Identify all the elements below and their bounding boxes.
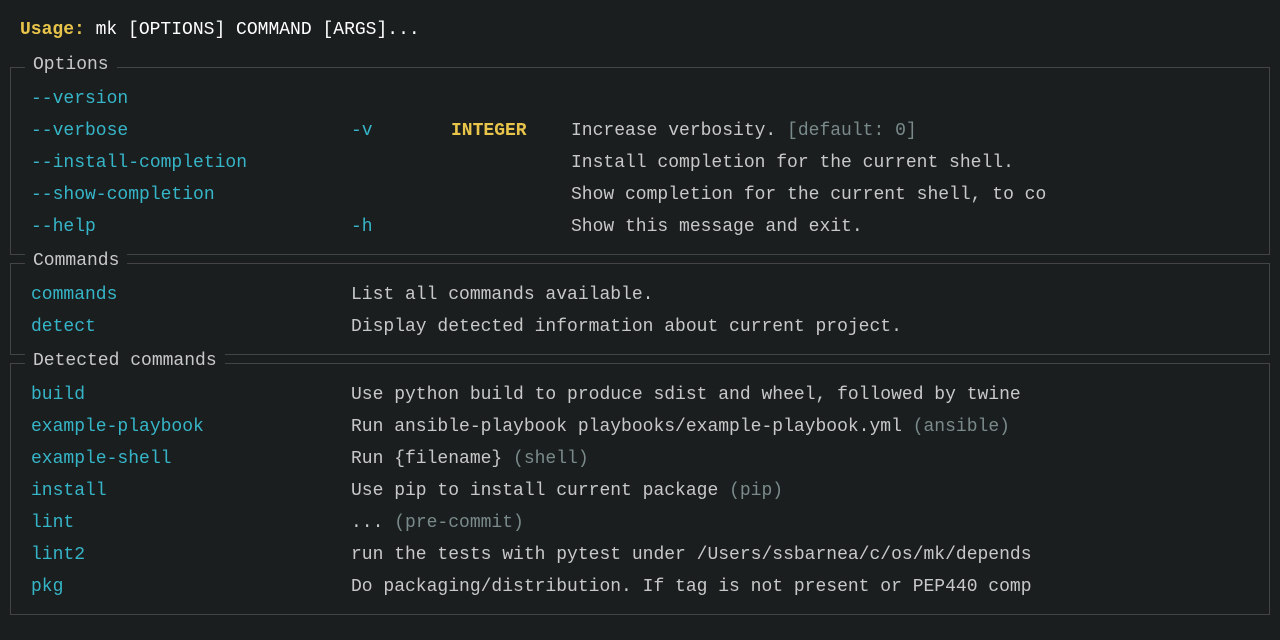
table-row: --show-completion Show completion for th…: [31, 180, 1249, 212]
options-content: --version --verbose -v INTEGER Increase …: [11, 78, 1269, 244]
usage-line: Usage: mk [OPTIONS] COMMAND [ARGS]...: [0, 10, 1280, 59]
detected-command-desc: Run {filename} (shell): [351, 444, 1249, 475]
detected-command-tag: (ansible): [913, 417, 1010, 437]
detected-command-name: build: [31, 380, 351, 411]
option-name: --help: [31, 212, 351, 243]
usage-command: mk [OPTIONS] COMMAND [ARGS]...: [96, 20, 420, 40]
commands-content: commands List all commands available. de…: [11, 274, 1269, 344]
option-desc: Install completion for the current shell…: [571, 148, 1249, 179]
detected-command-name: install: [31, 476, 351, 507]
option-desc: Show this message and exit.: [571, 212, 1249, 243]
detected-command-name: example-playbook: [31, 412, 351, 443]
detected-command-tag: (pip): [729, 481, 783, 501]
option-type: INTEGER: [451, 116, 571, 147]
table-row: lint ... (pre-commit): [31, 508, 1249, 540]
table-row: detect Display detected information abou…: [31, 312, 1249, 344]
table-row: --help -h Show this message and exit.: [31, 212, 1249, 244]
option-name: --install-completion: [31, 148, 351, 179]
detected-command-name: lint: [31, 508, 351, 539]
option-name: --verbose: [31, 116, 351, 147]
command-desc: List all commands available.: [351, 280, 1249, 311]
detected-command-desc: Use pip to install current package (pip): [351, 476, 1249, 507]
command-desc: Display detected information about curre…: [351, 312, 1249, 343]
detected-command-tag: (shell): [513, 449, 589, 469]
option-name: --show-completion: [31, 180, 351, 211]
table-row: --install-completion Install completion …: [31, 148, 1249, 180]
table-row: lint2 run the tests with pytest under /U…: [31, 540, 1249, 572]
table-row: example-shell Run {filename} (shell): [31, 444, 1249, 476]
detected-command-desc: Run ansible-playbook playbooks/example-p…: [351, 412, 1249, 443]
detected-command-desc: Use python build to produce sdist and wh…: [351, 380, 1249, 411]
detected-command-desc: run the tests with pytest under /Users/s…: [351, 540, 1249, 571]
detected-command-desc: Do packaging/distribution. If tag is not…: [351, 572, 1249, 603]
commands-section-label: Commands: [25, 251, 127, 271]
options-section: Options --version --verbose -v INTEGER I…: [10, 67, 1270, 255]
command-name: commands: [31, 280, 351, 311]
table-row: --verbose -v INTEGER Increase verbosity.…: [31, 116, 1249, 148]
option-short: -h: [351, 212, 451, 243]
detected-command-name: example-shell: [31, 444, 351, 475]
table-row: pkg Do packaging/distribution. If tag is…: [31, 572, 1249, 604]
option-name: --version: [31, 84, 351, 115]
option-desc: Show completion for the current shell, t…: [571, 180, 1249, 211]
command-name: detect: [31, 312, 351, 343]
detected-command-name: lint2: [31, 540, 351, 571]
detected-command-tag: (pre-commit): [394, 513, 524, 533]
table-row: example-playbook Run ansible-playbook pl…: [31, 412, 1249, 444]
option-desc: Increase verbosity. [default: 0]: [571, 116, 1249, 147]
detected-commands-section-label: Detected commands: [25, 351, 225, 371]
commands-section: Commands commands List all commands avai…: [10, 263, 1270, 355]
table-row: commands List all commands available.: [31, 280, 1249, 312]
detected-command-name: pkg: [31, 572, 351, 603]
detected-command-desc: ... (pre-commit): [351, 508, 1249, 539]
option-short: -v: [351, 116, 451, 147]
usage-keyword: Usage:: [20, 20, 85, 40]
options-section-label: Options: [25, 55, 117, 75]
option-default: [default: 0]: [787, 121, 917, 141]
table-row: build Use python build to produce sdist …: [31, 380, 1249, 412]
detected-commands-content: build Use python build to produce sdist …: [11, 374, 1269, 604]
detected-commands-section: Detected commands build Use python build…: [10, 363, 1270, 615]
table-row: install Use pip to install current packa…: [31, 476, 1249, 508]
table-row: --version: [31, 84, 1249, 116]
